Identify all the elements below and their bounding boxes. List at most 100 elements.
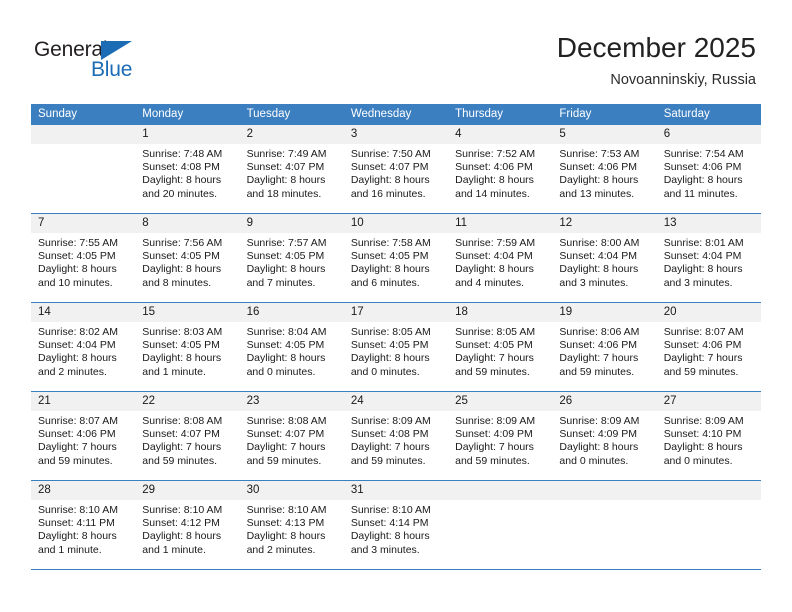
day-number: 15	[142, 306, 156, 318]
sunrise-text: Sunrise: 8:10 AM	[350, 504, 431, 516]
daylight-text-line2: and 59 minutes.	[350, 454, 426, 467]
day-cell[interactable]: Sunrise: 8:07 AM Sunset: 4:06 PM Dayligh…	[657, 322, 761, 391]
day-number: 3	[350, 128, 358, 140]
day-cell[interactable]: Sunrise: 7:58 AM Sunset: 4:05 PM Dayligh…	[344, 233, 448, 302]
day-cell[interactable]: Sunrise: 8:05 AM Sunset: 4:05 PM Dayligh…	[448, 322, 552, 391]
day-cell[interactable]: Sunrise: 7:53 AM Sunset: 4:06 PM Dayligh…	[552, 144, 656, 213]
daylight-text-line1: Daylight: 7 hours	[350, 441, 430, 454]
day-cell[interactable]: Sunrise: 8:09 AM Sunset: 4:09 PM Dayligh…	[552, 411, 656, 480]
day-cell[interactable]: Sunrise: 8:04 AM Sunset: 4:05 PM Dayligh…	[240, 322, 344, 391]
day-number-row: 21 22 23 24 25 26 27	[31, 392, 761, 411]
day-number: 6	[663, 128, 671, 140]
day-number: 2	[246, 128, 253, 140]
day-cell[interactable]: Sunrise: 7:55 AM Sunset: 4:05 PM Dayligh…	[31, 233, 135, 302]
day-cell[interactable]: Sunrise: 8:07 AM Sunset: 4:06 PM Dayligh…	[31, 411, 135, 480]
daylight-text-line1: Daylight: 7 hours	[142, 441, 222, 454]
daylight-text-line1: Daylight: 8 hours	[663, 263, 743, 276]
calendar-page: General Blue December 2025 Novoanninskiy…	[0, 0, 792, 612]
day-cell[interactable]: Sunrise: 7:48 AM Sunset: 4:08 PM Dayligh…	[135, 144, 239, 213]
daylight-text-line1: Daylight: 8 hours	[455, 263, 534, 276]
calendar-week-row: 21 22 23 24 25 26 27 Sunrise: 8:07 AM Su…	[31, 392, 761, 481]
day-cell[interactable]: Sunrise: 8:10 AM Sunset: 4:14 PM Dayligh…	[344, 500, 448, 569]
daylight-text-line2: and 0 minutes.	[663, 454, 733, 467]
daylight-text-line1: Daylight: 8 hours	[142, 174, 222, 187]
day-number-row: 7 8 9 10 11 12 13	[31, 214, 761, 233]
daylight-text-line2: and 4 minutes.	[455, 276, 525, 289]
day-cell[interactable]: Sunrise: 8:10 AM Sunset: 4:11 PM Dayligh…	[31, 500, 135, 569]
day-cell[interactable]: Sunrise: 8:09 AM Sunset: 4:08 PM Dayligh…	[344, 411, 448, 480]
day-cell[interactable]: Sunrise: 8:01 AM Sunset: 4:04 PM Dayligh…	[657, 233, 761, 302]
sunset-text: Sunset: 4:05 PM	[350, 250, 429, 263]
day-cell[interactable]	[448, 500, 552, 569]
day-number: 11	[455, 217, 468, 229]
sunrise-text: Sunrise: 8:09 AM	[455, 415, 536, 427]
sunrise-text: Sunrise: 8:10 AM	[246, 504, 327, 516]
daylight-text-line1: Daylight: 8 hours	[663, 441, 743, 454]
day-cell[interactable]: Sunrise: 7:54 AM Sunset: 4:06 PM Dayligh…	[657, 144, 761, 213]
day-cell[interactable]: Sunrise: 8:05 AM Sunset: 4:05 PM Dayligh…	[344, 322, 448, 391]
day-cell[interactable]	[31, 144, 135, 213]
daylight-text-line1: Daylight: 7 hours	[559, 352, 639, 365]
sunset-text: Sunset: 4:06 PM	[663, 161, 742, 174]
day-cell[interactable]	[552, 500, 656, 569]
weekday-header-tuesday: Tuesday	[246, 108, 291, 120]
day-cell[interactable]: Sunrise: 8:06 AM Sunset: 4:06 PM Dayligh…	[552, 322, 656, 391]
daylight-text-line2: and 3 minutes.	[559, 276, 629, 289]
daylight-text-line1: Daylight: 8 hours	[559, 263, 639, 276]
sunset-text: Sunset: 4:04 PM	[663, 250, 742, 263]
day-cell[interactable]: Sunrise: 7:59 AM Sunset: 4:04 PM Dayligh…	[448, 233, 552, 302]
day-cell[interactable]: Sunrise: 7:50 AM Sunset: 4:07 PM Dayligh…	[344, 144, 448, 213]
sunrise-text: Sunrise: 8:09 AM	[350, 415, 431, 427]
daylight-text-line1: Daylight: 8 hours	[142, 263, 222, 276]
sunrise-text: Sunrise: 8:05 AM	[455, 326, 536, 338]
day-detail-row: Sunrise: 7:48 AM Sunset: 4:08 PM Dayligh…	[31, 144, 761, 213]
day-cell[interactable]: Sunrise: 7:52 AM Sunset: 4:06 PM Dayligh…	[448, 144, 552, 213]
daylight-text-line1: Daylight: 8 hours	[455, 174, 534, 187]
daylight-text-line1: Daylight: 7 hours	[38, 441, 117, 454]
day-cell[interactable]: Sunrise: 8:09 AM Sunset: 4:10 PM Dayligh…	[657, 411, 761, 480]
daylight-text-line2: and 59 minutes.	[455, 454, 530, 467]
day-cell[interactable]: Sunrise: 8:08 AM Sunset: 4:07 PM Dayligh…	[135, 411, 239, 480]
day-cell[interactable]: Sunrise: 8:09 AM Sunset: 4:09 PM Dayligh…	[448, 411, 552, 480]
day-cell[interactable]: Sunrise: 8:10 AM Sunset: 4:13 PM Dayligh…	[240, 500, 344, 569]
sunset-text: Sunset: 4:05 PM	[246, 250, 325, 263]
day-cell[interactable]: Sunrise: 7:57 AM Sunset: 4:05 PM Dayligh…	[240, 233, 344, 302]
calendar-week-row: 14 15 16 17 18 19 20 Sunrise: 8:02 AM Su…	[31, 303, 761, 392]
daylight-text-line2: and 59 minutes.	[663, 365, 739, 378]
day-number: 14	[38, 306, 51, 318]
day-number	[657, 481, 761, 500]
day-number: 19	[559, 306, 573, 318]
daylight-text-line1: Daylight: 7 hours	[455, 352, 534, 365]
day-cell[interactable]: Sunrise: 8:03 AM Sunset: 4:05 PM Dayligh…	[135, 322, 239, 391]
daylight-text-line1: Daylight: 7 hours	[246, 441, 326, 454]
day-number: 17	[350, 306, 364, 318]
daylight-text-line2: and 59 minutes.	[38, 454, 113, 467]
day-cell[interactable]: Sunrise: 7:56 AM Sunset: 4:05 PM Dayligh…	[135, 233, 239, 302]
daylight-text-line1: Daylight: 8 hours	[246, 263, 326, 276]
day-number	[448, 481, 552, 500]
daylight-text-line2: and 11 minutes.	[663, 187, 738, 200]
day-number-row: 28 29 30 31	[31, 481, 761, 500]
sunset-text: Sunset: 4:07 PM	[246, 161, 325, 174]
day-cell[interactable]	[657, 500, 761, 569]
day-number: 21	[38, 395, 51, 407]
sunset-text: Sunset: 4:12 PM	[142, 517, 220, 530]
daylight-text-line2: and 13 minutes.	[559, 187, 635, 200]
general-blue-logo[interactable]: General Blue	[34, 38, 164, 84]
weekday-header-thursday: Thursday	[455, 108, 504, 120]
sunset-text: Sunset: 4:07 PM	[142, 428, 220, 441]
weekday-header-wednesday: Wednesday	[350, 108, 412, 120]
day-cell[interactable]: Sunrise: 8:00 AM Sunset: 4:04 PM Dayligh…	[552, 233, 656, 302]
day-cell[interactable]: Sunrise: 8:10 AM Sunset: 4:12 PM Dayligh…	[135, 500, 239, 569]
day-cell[interactable]: Sunrise: 8:08 AM Sunset: 4:07 PM Dayligh…	[240, 411, 344, 480]
page-subtitle: Novoanninskiy, Russia	[610, 72, 756, 88]
daylight-text-line1: Daylight: 8 hours	[350, 174, 430, 187]
day-cell[interactable]: Sunrise: 7:49 AM Sunset: 4:07 PM Dayligh…	[240, 144, 344, 213]
sunrise-text: Sunrise: 8:01 AM	[663, 237, 744, 249]
sunrise-text: Sunrise: 8:08 AM	[142, 415, 223, 427]
daylight-text-line1: Daylight: 8 hours	[246, 352, 326, 365]
daylight-text-line2: and 59 minutes.	[455, 365, 530, 378]
sunrise-text: Sunrise: 8:00 AM	[559, 237, 640, 249]
day-cell[interactable]: Sunrise: 8:02 AM Sunset: 4:04 PM Dayligh…	[31, 322, 135, 391]
day-number: 20	[663, 306, 677, 318]
